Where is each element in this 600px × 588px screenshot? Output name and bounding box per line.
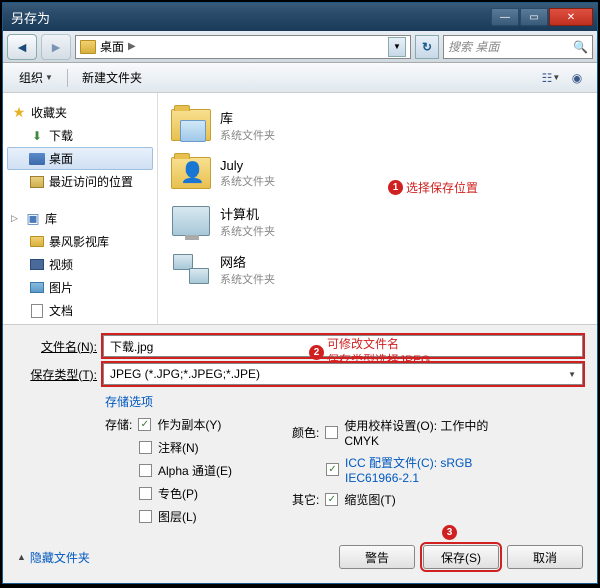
layers-checkbox[interactable] [139,510,152,523]
picture-icon [29,280,45,296]
separator [67,69,68,87]
search-placeholder: 搜索 桌面 [448,38,499,55]
minimize-button[interactable]: — [491,8,519,26]
forward-button: ► [41,34,71,60]
computer-icon [172,206,210,236]
new-folder-button[interactable]: 新建文件夹 [74,65,150,90]
save-button[interactable]: 保存(S) [423,545,499,569]
view-options-button[interactable]: ☷▼ [539,67,563,89]
library-icon: ▣ [25,211,41,227]
sidebar-libraries-header[interactable]: ▷▣库 [7,207,153,230]
maximize-button[interactable]: ▭ [520,8,548,26]
window-title: 另存为 [7,8,491,27]
help-button[interactable]: ◉ [565,67,589,89]
filetype-label: 保存类型(T): [17,366,97,383]
folder-item-computer[interactable]: 计算机系统文件夹 [166,197,589,245]
window-controls: — ▭ ✕ [491,8,593,26]
alpha-checkbox[interactable] [139,464,152,477]
filetype-select[interactable]: JPEG (*.JPG;*.JPEG;*.JPE) ▼ [103,363,583,385]
view-icon: ☷ [542,71,553,85]
storage-label: 存储: [105,416,132,433]
icc-profile-link[interactable]: ICC 配置文件(C): sRGB IEC61966-2.1 [345,454,515,485]
chevron-down-icon: ▼ [45,73,53,82]
as-copy-checkbox[interactable] [138,418,151,431]
content-pane[interactable]: 库系统文件夹 July系统文件夹 计算机系统文件夹 网络系统文件夹 1选择保存位… [158,93,597,324]
forward-arrow-icon: ► [49,39,63,55]
path-dropdown-button[interactable]: ▼ [388,37,406,57]
chevron-down-icon: ▼ [552,73,560,82]
toolbar: 组织▼ 新建文件夹 ☷▼ ◉ [3,63,597,93]
footer: ▲隐藏文件夹 3 警告 保存(S) 取消 [3,535,597,583]
chevron-down-icon: ▼ [568,370,576,379]
folder-item-libraries[interactable]: 库系统文件夹 [166,101,589,149]
sidebar: ★收藏夹 ⬇下载 桌面 最近访问的位置 ▷▣库 暴风影视库 视频 图片 文档 [3,93,158,324]
notes-checkbox[interactable] [139,441,152,454]
document-icon [29,303,45,319]
save-as-dialog: 另存为 — ▭ ✕ ◄ ► 桌面 ▶ ▼ ↻ 搜索 桌面 🔍 组织▼ 新建文件夹… [2,2,598,584]
warning-button[interactable]: 警告 [339,545,415,569]
folder-icon [29,234,45,250]
sidebar-item-videos[interactable]: 视频 [7,253,153,276]
folder-item-network[interactable]: 网络系统文件夹 [166,245,589,293]
back-arrow-icon: ◄ [15,39,29,55]
sidebar-favorites-header[interactable]: ★收藏夹 [7,101,153,124]
organize-menu[interactable]: 组织▼ [11,65,61,90]
spot-checkbox[interactable] [139,487,152,500]
search-input[interactable]: 搜索 桌面 🔍 [443,35,593,59]
sidebar-item-documents[interactable]: 文档 [7,299,153,322]
icc-checkbox[interactable] [326,463,339,476]
library-folder-icon [171,109,211,141]
sidebar-item-downloads[interactable]: ⬇下载 [7,124,153,147]
search-icon: 🔍 [573,40,588,54]
hide-folders-toggle[interactable]: ▲隐藏文件夹 [17,549,90,566]
color-label: 颜色: [292,424,319,441]
folder-item-user[interactable]: July系统文件夹 [166,149,589,197]
network-icon [173,254,209,284]
refresh-icon: ↻ [422,40,432,54]
chevron-up-icon: ▲ [17,552,26,562]
help-icon: ◉ [572,71,582,85]
expand-icon: ▷ [11,213,21,224]
filename-input[interactable] [103,335,583,357]
save-options-link[interactable]: 存储选项 [105,393,232,410]
sidebar-item-recent[interactable]: 最近访问的位置 [7,170,153,193]
recent-icon [29,174,45,190]
titlebar[interactable]: 另存为 — ▭ ✕ [3,3,597,31]
back-button[interactable]: ◄ [7,34,37,60]
sidebar-item-pictures[interactable]: 图片 [7,276,153,299]
download-icon: ⬇ [29,128,45,144]
path-breadcrumb[interactable]: 桌面 ▶ ▼ [75,35,411,59]
other-label: 其它: [292,491,319,508]
bottom-panel: 文件名(N): 2 可修改文件名 保存类型选择JPEG 保存类型(T): JPE… [3,324,597,535]
folder-icon [80,40,96,54]
nav-bar: ◄ ► 桌面 ▶ ▼ ↻ 搜索 桌面 🔍 [3,31,597,63]
desktop-icon [29,151,45,167]
star-icon: ★ [11,105,27,121]
close-button[interactable]: ✕ [549,8,593,26]
filename-label: 文件名(N): [17,338,97,355]
path-segment[interactable]: 桌面 [100,38,124,55]
sidebar-item-storm[interactable]: 暴风影视库 [7,230,153,253]
thumbnail-checkbox[interactable] [325,493,338,506]
refresh-button[interactable]: ↻ [415,35,439,59]
user-folder-icon [171,157,211,189]
chevron-right-icon: ▶ [128,41,136,52]
sidebar-item-desktop[interactable]: 桌面 [7,147,153,170]
proof-checkbox[interactable] [325,426,338,439]
video-icon [29,257,45,273]
main-area: ★收藏夹 ⬇下载 桌面 最近访问的位置 ▷▣库 暴风影视库 视频 图片 文档 库… [3,93,597,324]
cancel-button[interactable]: 取消 [507,545,583,569]
